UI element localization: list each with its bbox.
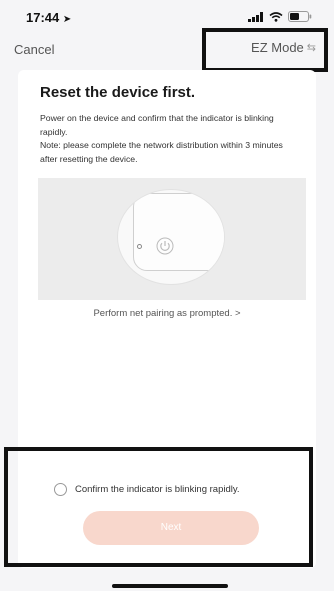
status-time-text: 17:44 <box>26 10 60 25</box>
device-illustration <box>38 178 306 300</box>
device-image <box>133 193 224 271</box>
next-button[interactable]: Next <box>83 511 259 545</box>
status-time: 17:44 ➤ <box>26 10 71 25</box>
confirm-label: Confirm the indicator is blinking rapidl… <box>75 484 240 495</box>
location-arrow-icon: ➤ <box>62 14 72 25</box>
screen: 17:44 ➤ Cancel EZ Mode ⇆ Reset the devic… <box>0 0 334 591</box>
nav-bar: Cancel EZ Mode ⇆ <box>0 28 334 72</box>
device-zoom-circle <box>117 189 225 285</box>
page-title: Reset the device first. <box>40 84 196 101</box>
confirm-blinking-checkbox[interactable]: Confirm the indicator is blinking rapidl… <box>54 483 240 496</box>
power-button-icon <box>156 237 174 255</box>
radio-circle-icon[interactable] <box>54 483 67 496</box>
ez-mode-button[interactable]: EZ Mode ⇆ <box>251 40 316 55</box>
instruction-text: Power on the device and confirm that the… <box>40 112 302 166</box>
ez-mode-label: EZ Mode <box>251 40 304 55</box>
confirm-highlight-box <box>4 447 313 567</box>
status-icons <box>248 11 312 22</box>
instruction-note: Note: please complete the network distri… <box>40 140 283 164</box>
wifi-icon <box>269 11 283 22</box>
battery-icon <box>288 11 312 22</box>
home-indicator[interactable] <box>112 584 228 588</box>
instruction-line-1: Power on the device and confirm that the… <box>40 113 274 137</box>
cellular-signal-icon <box>248 11 263 22</box>
mode-highlight-box: EZ Mode ⇆ <box>202 28 328 72</box>
indicator-led-icon <box>137 244 142 249</box>
net-pairing-link[interactable]: Perform net pairing as prompted. > <box>18 308 316 319</box>
switch-arrows-icon: ⇆ <box>306 42 316 54</box>
cancel-button[interactable]: Cancel <box>14 42 54 57</box>
